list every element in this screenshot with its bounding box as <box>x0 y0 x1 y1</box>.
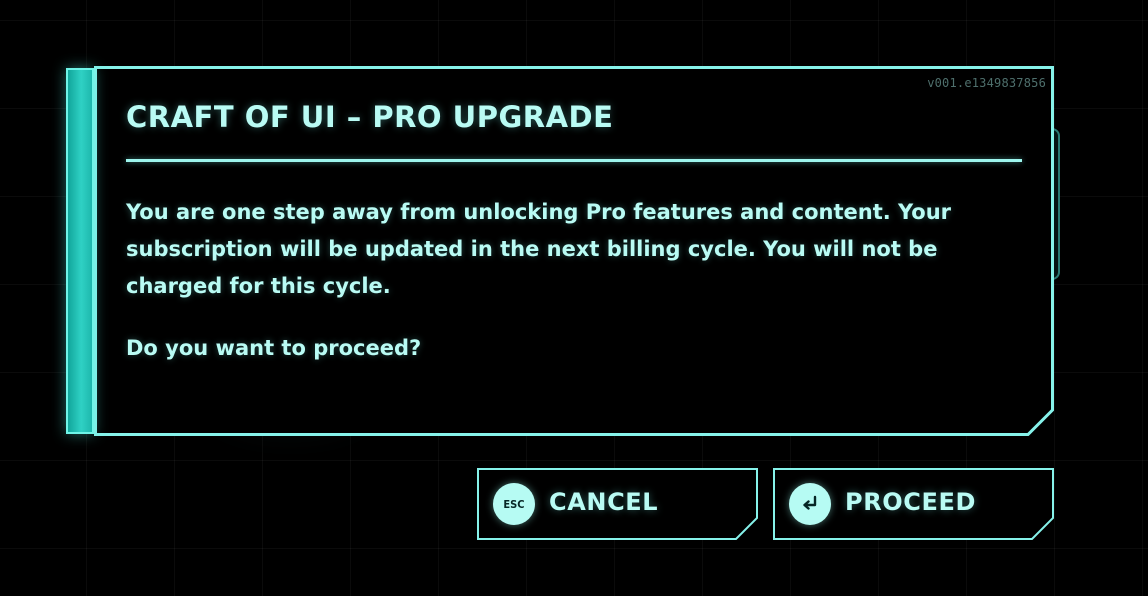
dialog-title: CRAFT OF UI – PRO UPGRADE <box>126 100 614 134</box>
version-label: v001.e1349837856 <box>927 76 1046 90</box>
proceed-button[interactable]: PROCEED <box>773 468 1055 540</box>
title-divider <box>126 159 1022 162</box>
dialog-question: Do you want to proceed? <box>126 336 422 360</box>
cancel-button[interactable]: ESC CANCEL <box>477 468 759 540</box>
dialog-body-text: You are one step away from unlocking Pro… <box>126 200 952 298</box>
proceed-button-label: PROCEED <box>845 488 976 516</box>
enter-arrow-icon <box>789 483 831 525</box>
dialog-accent-bar <box>66 68 94 434</box>
cancel-button-label: CANCEL <box>549 488 659 516</box>
esc-key-icon: ESC <box>493 483 535 525</box>
